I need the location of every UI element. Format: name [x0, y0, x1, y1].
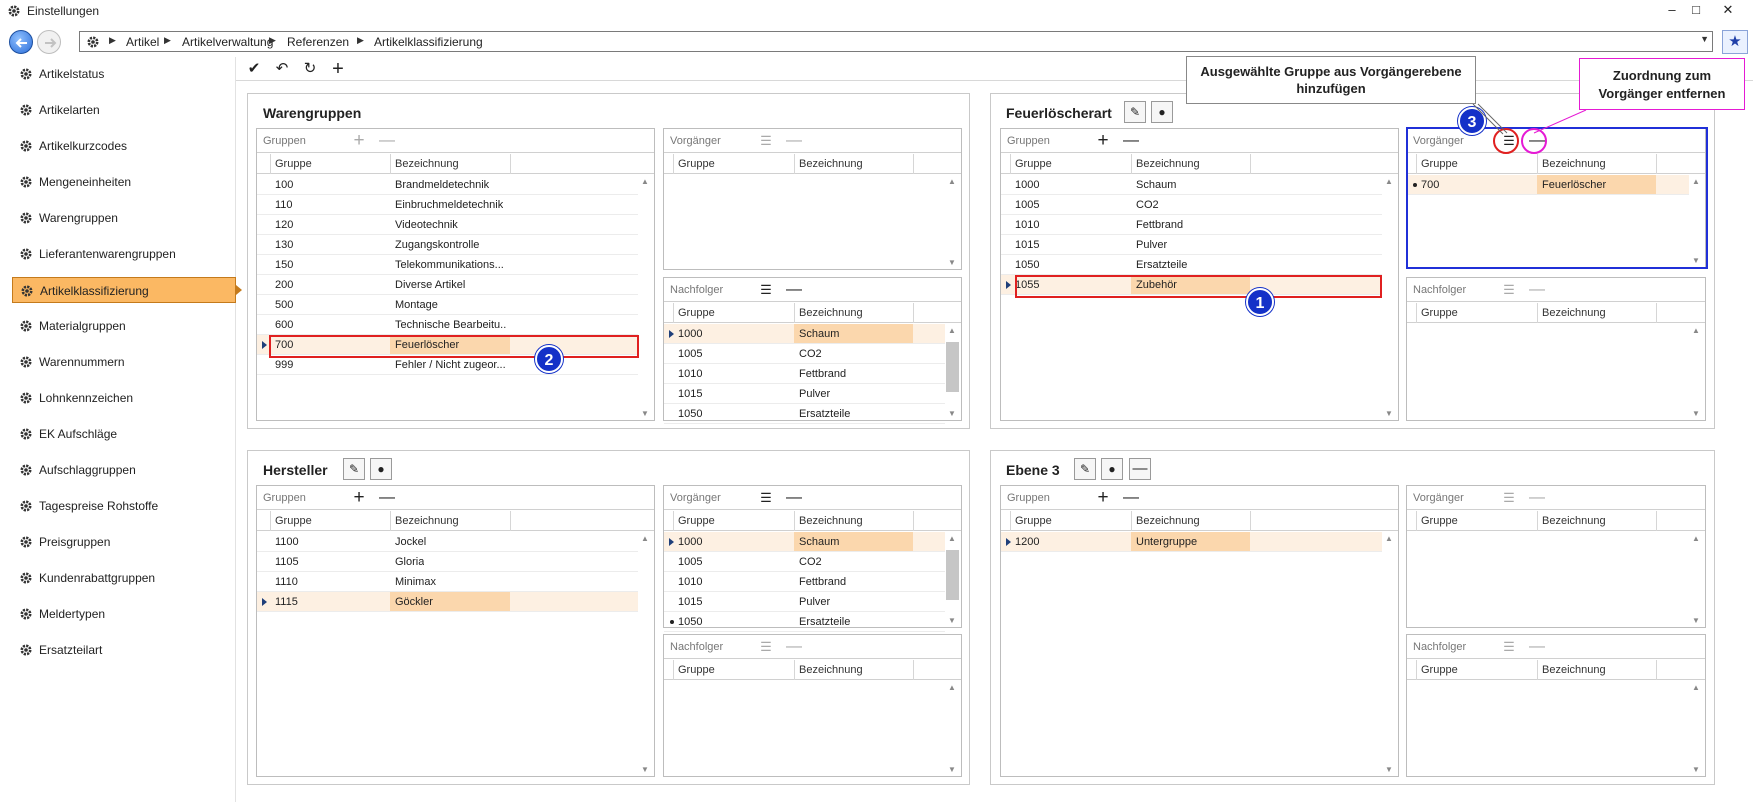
- callout-connectors: [1472, 103, 1587, 135]
- callout-remove-assignment: Zuordnung zum Vorgänger entfernen: [1579, 58, 1745, 110]
- callout-add-predecessor: Ausgewählte Gruppe aus Vorgängerebene hi…: [1186, 56, 1476, 104]
